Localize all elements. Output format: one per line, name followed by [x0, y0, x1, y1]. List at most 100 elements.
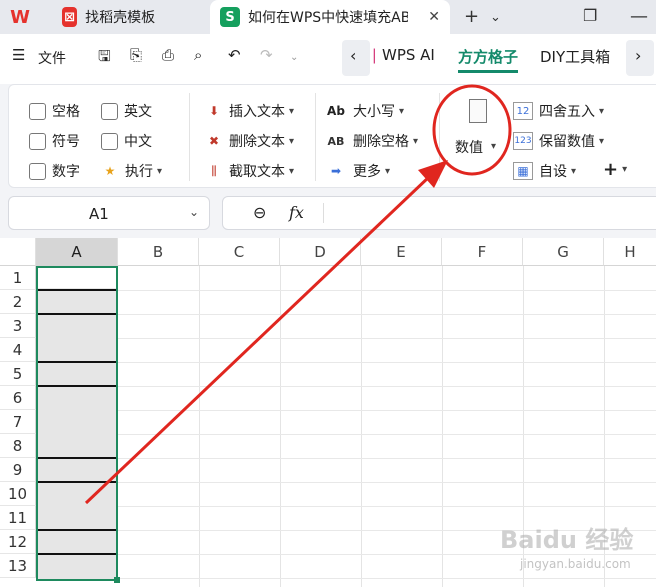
scroll-right-button[interactable]: ›: [626, 40, 654, 76]
case-button[interactable]: Ab 大小写 ▾: [325, 101, 404, 121]
chevron-down-icon: ▾: [571, 165, 577, 177]
round-label: 四舍五入: [539, 104, 595, 120]
minimize-icon[interactable]: —: [630, 6, 648, 27]
check-label: 英文: [124, 104, 152, 120]
column-header[interactable]: B: [118, 238, 199, 266]
grid-line: [36, 314, 656, 315]
add-tab-icon[interactable]: +: [464, 6, 479, 27]
custom-button[interactable]: ▦ 自设 ▾: [513, 161, 576, 181]
menu-icon[interactable]: ☰: [12, 46, 25, 64]
tab-label: 找稻壳模板: [85, 10, 156, 26]
ai-sparkle-icon: ❘: [368, 46, 381, 64]
tab-diy[interactable]: DIY工具箱: [540, 46, 610, 67]
insert-text-button[interactable]: ⬇ 插入文本 ▾: [205, 101, 294, 121]
value-button[interactable]: 数值 ▾: [445, 93, 509, 175]
row-header[interactable]: 1: [0, 266, 36, 290]
tab-wps-ai[interactable]: WPS AI: [382, 46, 435, 64]
save-icon[interactable]: 🖫: [98, 46, 111, 71]
fx-icon[interactable]: fx: [289, 203, 304, 222]
cell-border: [38, 361, 116, 363]
check-space[interactable]: 空格: [29, 101, 80, 121]
row-header[interactable]: 3: [0, 314, 36, 338]
extract-text-button[interactable]: ⫼ 截取文本 ▾: [205, 161, 294, 181]
divider: [323, 203, 324, 223]
print-preview-icon[interactable]: ⌕: [194, 46, 202, 64]
case-icon: Ab: [327, 104, 345, 118]
check-label: 数字: [52, 164, 80, 180]
column-header[interactable]: A: [36, 238, 118, 266]
cell-border: [38, 457, 116, 459]
keep-value-button[interactable]: 123 保留数值 ▾: [513, 131, 604, 151]
select-all-corner[interactable]: [0, 238, 36, 266]
column-header[interactable]: F: [442, 238, 523, 266]
export-icon[interactable]: ⎘: [130, 46, 142, 64]
table-icon: ▦: [513, 162, 533, 180]
checkbox[interactable]: [101, 102, 118, 120]
row-header[interactable]: 10: [0, 482, 36, 506]
round-button[interactable]: 12 四舍五入 ▾: [513, 101, 604, 121]
print-icon[interactable]: ⎙: [162, 46, 174, 64]
keep-value-label: 保留数值: [539, 134, 595, 150]
document-icon: [469, 99, 487, 123]
row-header[interactable]: 5: [0, 362, 36, 386]
add-button[interactable]: + ▾: [603, 159, 627, 180]
delete-text-button[interactable]: ✖ 删除文本 ▾: [205, 131, 294, 151]
case-label: 大小写: [353, 104, 395, 120]
more-icon[interactable]: ⌄: [290, 52, 298, 63]
fill-handle[interactable]: [114, 577, 120, 583]
chevron-down-icon: ▾: [289, 135, 295, 147]
row-header[interactable]: 8: [0, 434, 36, 458]
tab-document[interactable]: S 如何在WPS中快速填充AB ✕: [210, 0, 450, 34]
formula-input[interactable]: ⊖ fx: [222, 196, 656, 230]
column-header[interactable]: D: [280, 238, 361, 266]
row-header[interactable]: 9: [0, 458, 36, 482]
grid-line: [36, 338, 656, 339]
grid-line: [36, 386, 656, 387]
zoom-icon[interactable]: ⊖: [253, 203, 266, 222]
close-icon[interactable]: ✕: [428, 9, 440, 25]
cell-border: [38, 313, 116, 315]
column-header[interactable]: C: [199, 238, 280, 266]
tab-template[interactable]: ⊠ 找稻壳模板: [52, 0, 206, 34]
tab-fangfang[interactable]: 方方格子: [458, 46, 519, 73]
check-english[interactable]: 英文: [101, 101, 152, 121]
wps-logo[interactable]: W: [0, 0, 50, 34]
row-header[interactable]: 13: [0, 554, 36, 578]
check-number[interactable]: 数字: [29, 161, 80, 181]
column-header[interactable]: H: [604, 238, 656, 266]
active-cell[interactable]: [38, 268, 116, 288]
chevron-down-icon[interactable]: ⌄: [189, 205, 199, 219]
formula-bar: A1 ⌄ ⊖ fx: [0, 196, 656, 234]
undo-icon[interactable]: ↶: [228, 46, 241, 64]
checkbox[interactable]: [101, 132, 118, 150]
checkbox[interactable]: [29, 162, 46, 180]
insert-text-label: 插入文本: [229, 104, 285, 120]
delete-text-label: 删除文本: [229, 134, 285, 150]
custom-label: 自设: [539, 164, 567, 180]
row-header[interactable]: 12: [0, 530, 36, 554]
row-header[interactable]: 7: [0, 410, 36, 434]
file-menu[interactable]: 文件: [38, 48, 66, 68]
chevron-down-icon: ▾: [289, 105, 295, 117]
grid-line: [36, 506, 656, 507]
round-icon: 12: [513, 102, 533, 120]
chevron-down-icon[interactable]: ⌄: [490, 10, 501, 25]
more-button[interactable]: ➡ 更多 ▾: [325, 161, 390, 181]
exec-button[interactable]: ★ 执行 ▾: [101, 161, 162, 181]
restore-window-icon[interactable]: ❐: [583, 6, 597, 25]
checkbox[interactable]: [29, 132, 46, 150]
grid-line: [36, 458, 656, 459]
row-header[interactable]: 11: [0, 506, 36, 530]
scroll-left-button[interactable]: ‹: [342, 40, 370, 76]
row-header[interactable]: 4: [0, 338, 36, 362]
column-header[interactable]: E: [361, 238, 442, 266]
delete-space-button[interactable]: AB 删除空格 ▾: [325, 131, 418, 151]
check-symbol[interactable]: 符号: [29, 131, 80, 151]
row-header[interactable]: 2: [0, 290, 36, 314]
row-header[interactable]: 6: [0, 386, 36, 410]
name-box[interactable]: A1 ⌄: [8, 196, 210, 230]
column-header[interactable]: G: [523, 238, 604, 266]
check-chinese[interactable]: 中文: [101, 131, 152, 151]
redo-icon[interactable]: ↷: [260, 46, 273, 64]
checkbox[interactable]: [29, 102, 46, 120]
